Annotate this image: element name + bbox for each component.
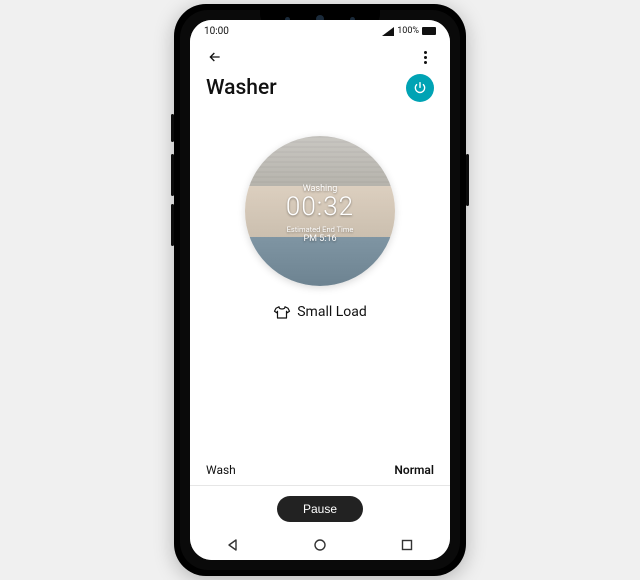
shirt-icon [273, 304, 291, 320]
main-content: Washing 00:32 Estimated End Time PM 5:16 [190, 106, 450, 530]
load-size-row: Small Load [273, 304, 367, 320]
options-row: Wash Normal [190, 463, 450, 486]
arrow-left-icon [207, 49, 223, 65]
option-mode[interactable]: Normal [394, 463, 434, 477]
status-bar: 10:00 100% [190, 20, 450, 42]
more-button[interactable] [412, 44, 438, 70]
square-recents-icon [400, 538, 414, 552]
cycle-estimated-end-value: PM 5:16 [303, 234, 336, 244]
pause-button[interactable]: Pause [277, 496, 363, 522]
phone-side-button [466, 154, 469, 206]
dial-overlay: Washing 00:32 Estimated End Time PM 5:16 [245, 136, 395, 286]
phone-side-button [171, 204, 174, 246]
signal-icon [382, 27, 394, 36]
app-bar [190, 42, 450, 72]
page-title: Washer [206, 76, 277, 100]
battery-text: 100% [397, 26, 419, 36]
back-button[interactable] [202, 44, 228, 70]
nav-recents-button[interactable] [387, 533, 427, 557]
title-row: Washer [190, 72, 450, 106]
system-nav-bar [190, 530, 450, 560]
nav-back-button[interactable] [213, 533, 253, 557]
battery-icon [422, 27, 436, 35]
phone-side-button [171, 154, 174, 196]
status-right: 100% [382, 26, 436, 36]
cycle-remaining: 00:32 [286, 194, 354, 221]
circle-home-icon [313, 538, 327, 552]
load-size-label: Small Load [297, 304, 367, 320]
phone-frame: 10:00 100% [174, 4, 466, 576]
status-time: 10:00 [204, 26, 229, 37]
phone-side-button [171, 114, 174, 142]
triangle-back-icon [226, 538, 240, 552]
more-vertical-icon [424, 51, 427, 64]
app-screen: 10:00 100% [190, 20, 450, 560]
nav-home-button[interactable] [300, 533, 340, 557]
cycle-estimated-end-label: Estimated End Time [287, 225, 354, 234]
power-icon [413, 81, 427, 95]
cycle-dial[interactable]: Washing 00:32 Estimated End Time PM 5:16 [245, 136, 395, 286]
option-wash[interactable]: Wash [206, 463, 236, 477]
power-button[interactable] [406, 74, 434, 102]
action-row: Pause [277, 486, 363, 530]
